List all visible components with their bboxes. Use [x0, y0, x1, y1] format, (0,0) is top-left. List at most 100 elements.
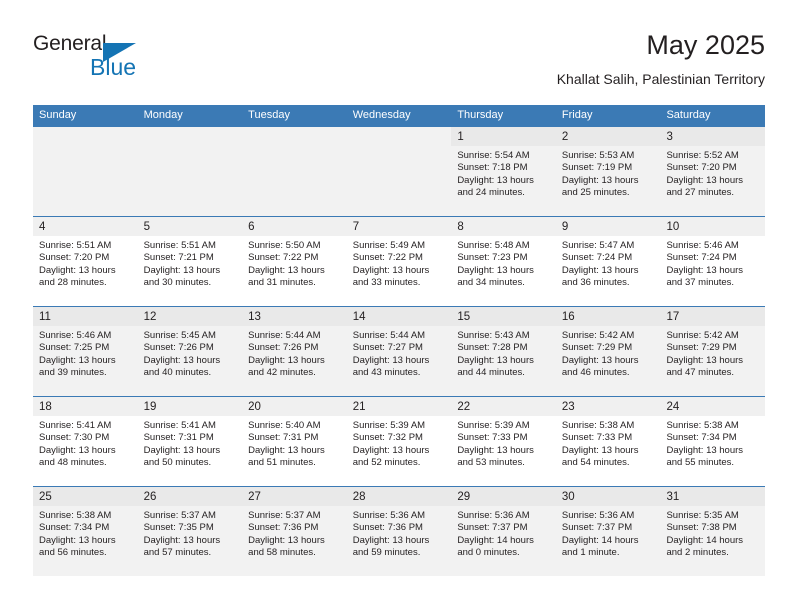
calendar-day-cell[interactable]: 1 Sunrise: 5:54 AM Sunset: 7:18 PM Daylight…: [451, 127, 556, 216]
calendar-day-cell[interactable]: 6 Sunrise: 5:50 AM Sunset: 7:22 PM Daylight…: [242, 217, 347, 306]
day-detail-lines: Sunrise: 5:44 AM Sunset: 7:27 PM Daylight:…: [347, 326, 452, 380]
day-number: 8: [451, 217, 556, 236]
day-number: [242, 127, 347, 146]
day-detail-line: Sunrise: 5:46 AM: [39, 330, 112, 341]
calendar-day-cell[interactable]: 22 Sunrise: 5:39 AM Sunset: 7:33 PM Dayligh…: [451, 397, 556, 486]
day-detail-line: Sunset: 7:20 PM: [39, 252, 110, 264]
day-detail-line: Daylight: 13 hours: [39, 534, 116, 546]
day-number: 3: [660, 127, 766, 146]
day-number: 18: [33, 397, 138, 416]
day-number: 15: [451, 307, 556, 326]
calendar-day-cell[interactable]: 13 Sunrise: 5:44 AM Sunset: 7:26 PM Dayligh…: [242, 307, 347, 396]
day-detail-line: Sunset: 7:22 PM: [352, 252, 423, 264]
calendar-day-cell[interactable]: 10 Sunrise: 5:46 AM Sunset: 7:24 PM Dayligh…: [660, 217, 766, 306]
calendar-day-cell[interactable]: 18 Sunrise: 5:41 AM Sunset: 7:30 PM Dayligh…: [33, 397, 138, 486]
day-number: 19: [137, 397, 243, 416]
day-detail-line: Sunrise: 5:39 AM: [352, 420, 426, 431]
calendar-day-cell[interactable]: 19 Sunrise: 5:41 AM Sunset: 7:31 PM Dayligh…: [137, 397, 243, 486]
day-detail-line: and 52 minutes.: [352, 457, 421, 469]
calendar-day-cell[interactable]: 30 Sunrise: 5:36 AM Sunset: 7:37 PM Dayligh…: [555, 487, 661, 576]
calendar-day-cell[interactable]: 2 Sunrise: 5:53 AM Sunset: 7:19 PM Daylight…: [555, 127, 661, 216]
day-detail-line: Sunrise: 5:38 AM: [39, 510, 112, 521]
calendar-day-cell[interactable]: 17 Sunrise: 5:42 AM Sunset: 7:29 PM Dayligh…: [660, 307, 766, 396]
calendar-day-cell[interactable]: 8 Sunrise: 5:48 AM Sunset: 7:23 PM Daylight…: [451, 217, 556, 306]
calendar-day-cell[interactable]: 14 Sunrise: 5:44 AM Sunset: 7:27 PM Dayligh…: [346, 307, 452, 396]
day-detail-lines: Sunrise: 5:38 AM Sunset: 7:33 PM Daylight:…: [556, 416, 661, 470]
weekday-header-thursday: Thursday: [457, 109, 504, 121]
day-detail-lines: Sunrise: 5:36 AM Sunset: 7:36 PM Daylight:…: [347, 506, 452, 560]
weekday-header-monday: Monday: [143, 109, 183, 121]
day-detail-line: Daylight: 13 hours: [143, 444, 221, 456]
day-number: 5: [137, 217, 243, 236]
calendar-day-cell[interactable]: 31 Sunrise: 5:35 AM Sunset: 7:38 PM Dayligh…: [660, 487, 766, 576]
day-detail-lines: Sunrise: 5:39 AM Sunset: 7:33 PM Daylight:…: [451, 416, 556, 470]
day-number: 16: [555, 307, 661, 326]
day-detail-line: Daylight: 13 hours: [352, 264, 430, 276]
day-detail-line: Daylight: 13 hours: [457, 174, 534, 186]
day-detail-lines: Sunrise: 5:46 AM Sunset: 7:25 PM Daylight:…: [33, 326, 138, 380]
calendar-day-cell[interactable]: 26 Sunrise: 5:37 AM Sunset: 7:35 PM Dayligh…: [137, 487, 243, 576]
day-detail-line: and 1 minute.: [561, 547, 620, 559]
day-detail-lines: [242, 146, 347, 150]
day-number: 26: [137, 487, 243, 506]
day-detail-lines: Sunrise: 5:42 AM Sunset: 7:29 PM Daylight:…: [556, 326, 661, 380]
day-detail-line: Sunrise: 5:49 AM: [352, 240, 426, 251]
calendar-day-cell[interactable]: 11 Sunrise: 5:46 AM Sunset: 7:25 PM Dayligh…: [33, 307, 138, 396]
day-detail-line: Sunset: 7:29 PM: [561, 342, 633, 354]
calendar-day-cell[interactable]: 5 Sunrise: 5:51 AM Sunset: 7:21 PM Daylight…: [137, 217, 243, 306]
day-detail-line: Daylight: 13 hours: [39, 264, 116, 276]
calendar-day-cell[interactable]: 15 Sunrise: 5:43 AM Sunset: 7:28 PM Dayligh…: [451, 307, 556, 396]
day-number: [347, 127, 452, 146]
calendar-day-cell[interactable]: 3 Sunrise: 5:52 AM Sunset: 7:20 PM Daylight…: [660, 127, 766, 216]
day-detail-line: Sunset: 7:34 PM: [39, 522, 110, 534]
day-detail-line: Sunrise: 5:40 AM: [248, 420, 321, 431]
calendar-day-cell[interactable]: 9 Sunrise: 5:47 AM Sunset: 7:24 PM Daylight…: [555, 217, 661, 306]
calendar-day-cell[interactable]: 25 Sunrise: 5:38 AM Sunset: 7:34 PM Dayligh…: [33, 487, 138, 576]
calendar-week-row: 4 Sunrise: 5:51 AM Sunset: 7:20 PM Daylight…: [33, 216, 766, 306]
calendar-day-cell[interactable]: 23 Sunrise: 5:38 AM Sunset: 7:33 PM Dayligh…: [555, 397, 661, 486]
day-detail-line: and 40 minutes.: [143, 367, 212, 379]
day-detail-line: Sunset: 7:30 PM: [39, 432, 110, 444]
day-detail-line: Daylight: 13 hours: [143, 264, 221, 276]
day-detail-line: Daylight: 13 hours: [39, 444, 116, 456]
calendar-day-cell[interactable]: 21 Sunrise: 5:39 AM Sunset: 7:32 PM Dayligh…: [346, 397, 452, 486]
calendar-day-cell[interactable]: 24 Sunrise: 5:38 AM Sunset: 7:34 PM Dayligh…: [660, 397, 766, 486]
day-detail-line: Sunset: 7:22 PM: [248, 252, 319, 264]
day-detail-line: and 55 minutes.: [666, 457, 735, 469]
calendar-day-cell[interactable]: 27 Sunrise: 5:37 AM Sunset: 7:36 PM Dayligh…: [242, 487, 347, 576]
day-number: 29: [451, 487, 556, 506]
day-detail-line: and 54 minutes.: [561, 457, 630, 469]
day-detail-line: Sunrise: 5:51 AM: [143, 240, 216, 251]
day-detail-line: Sunset: 7:36 PM: [352, 522, 423, 534]
day-detail-line: and 27 minutes.: [666, 187, 735, 199]
day-detail-line: Sunrise: 5:41 AM: [143, 420, 216, 431]
calendar-day-cell-empty: [346, 127, 452, 216]
calendar-day-cell[interactable]: 4 Sunrise: 5:51 AM Sunset: 7:20 PM Daylight…: [33, 217, 138, 306]
day-detail-line: and 25 minutes.: [561, 187, 630, 199]
day-number: 13: [242, 307, 347, 326]
day-detail-line: Sunset: 7:31 PM: [248, 432, 319, 444]
day-detail-line: Daylight: 13 hours: [666, 444, 744, 456]
day-detail-line: Sunset: 7:37 PM: [561, 522, 633, 534]
calendar-day-cell[interactable]: 7 Sunrise: 5:49 AM Sunset: 7:22 PM Daylight…: [346, 217, 452, 306]
day-detail-line: Sunrise: 5:54 AM: [457, 150, 530, 161]
calendar-day-cell[interactable]: 28 Sunrise: 5:36 AM Sunset: 7:36 PM Dayligh…: [346, 487, 452, 576]
day-detail-lines: Sunrise: 5:37 AM Sunset: 7:36 PM Daylight:…: [242, 506, 347, 560]
day-number: 17: [660, 307, 766, 326]
day-number: 11: [33, 307, 138, 326]
calendar-day-cell[interactable]: 20 Sunrise: 5:40 AM Sunset: 7:31 PM Dayligh…: [242, 397, 347, 486]
calendar-day-cell[interactable]: 29 Sunrise: 5:36 AM Sunset: 7:37 PM Dayligh…: [451, 487, 556, 576]
day-detail-line: Sunrise: 5:38 AM: [561, 420, 635, 431]
calendar-week-row: 25 Sunrise: 5:38 AM Sunset: 7:34 PM Dayligh…: [33, 486, 766, 576]
day-number: 10: [660, 217, 766, 236]
day-detail-line: and 58 minutes.: [248, 547, 316, 559]
calendar-day-cell[interactable]: 16 Sunrise: 5:42 AM Sunset: 7:29 PM Dayligh…: [555, 307, 661, 396]
day-detail-line: Sunset: 7:32 PM: [352, 432, 423, 444]
title-block: May 2025 Khallat Salih, Palestinian Terr…: [557, 28, 765, 90]
day-detail-lines: Sunrise: 5:36 AM Sunset: 7:37 PM Daylight:…: [451, 506, 556, 560]
day-detail-line: and 33 minutes.: [352, 277, 421, 289]
calendar-day-cell[interactable]: 12 Sunrise: 5:45 AM Sunset: 7:26 PM Dayligh…: [137, 307, 243, 396]
day-detail-line: Sunset: 7:33 PM: [561, 432, 633, 444]
brand-logo[interactable]: General Blue: [33, 32, 253, 84]
day-detail-line: and 46 minutes.: [561, 367, 630, 379]
